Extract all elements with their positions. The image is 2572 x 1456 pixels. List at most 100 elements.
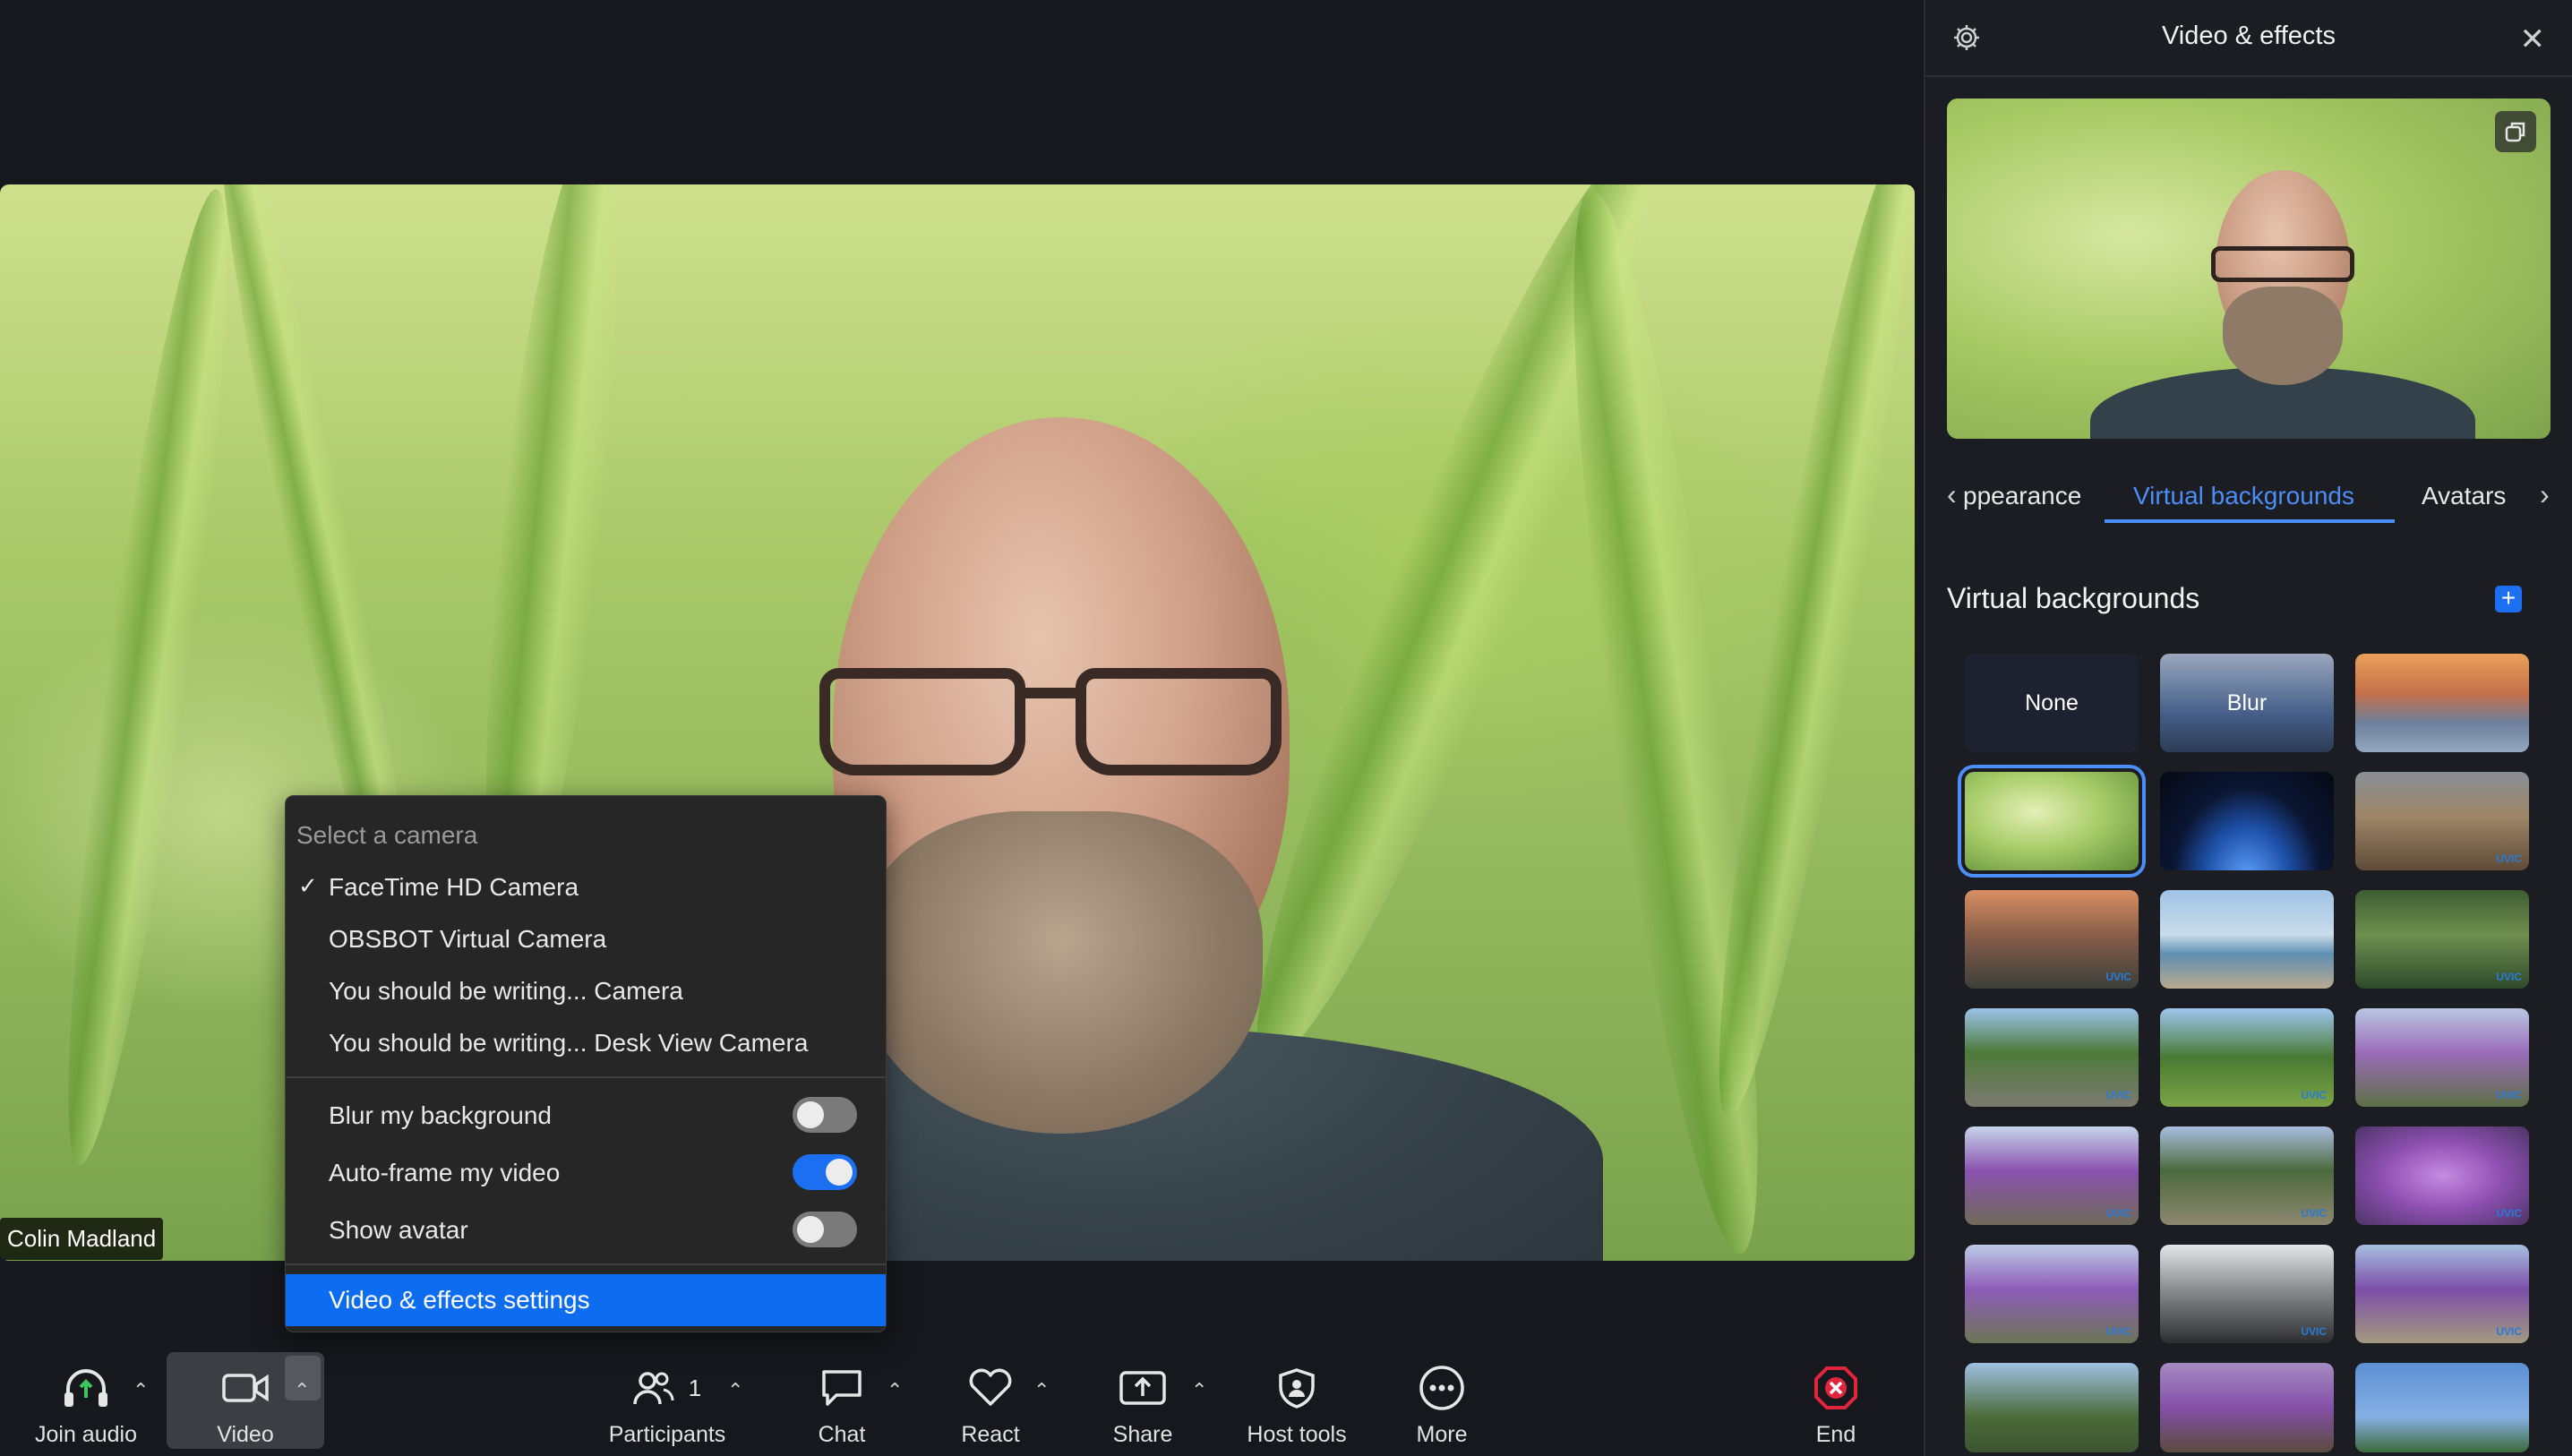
person-beard (860, 811, 1263, 1134)
video-button[interactable]: Video (192, 1343, 299, 1456)
more-label: More (1416, 1422, 1468, 1447)
camera-menu-header: Select a camera (296, 821, 478, 849)
show-avatar-toggle[interactable] (793, 1212, 857, 1247)
audio-options-caret-icon[interactable]: ⌃ (133, 1379, 149, 1402)
camera-option-ysbw[interactable]: You should be writing... Camera (329, 977, 683, 1006)
participants-button[interactable]: 1 Participants (600, 1343, 734, 1456)
tabs-scroll-right-icon[interactable]: › (2540, 478, 2550, 511)
zoom-meeting-window: Colin Madland Select a camera ✓ FaceTime… (0, 0, 2572, 1456)
blur-background-toggle[interactable] (793, 1097, 857, 1133)
background-thumbnail-bare-tree[interactable]: UVIC (2160, 1245, 2334, 1343)
camera-option-obsbot[interactable]: OBSBOT Virtual Camera (329, 925, 606, 954)
close-icon[interactable]: ✕ (2520, 21, 2546, 57)
add-background-icon[interactable]: + (2495, 586, 2522, 612)
chat-options-caret-icon[interactable]: ⌃ (887, 1379, 903, 1402)
background-thumbnail-cherry-blossom-1[interactable]: UVIC (2355, 1008, 2529, 1107)
background-thumbnail-purple-closeup[interactable]: UVIC (2355, 1126, 2529, 1225)
participants-label: Participants (608, 1422, 726, 1447)
chat-bubble-icon (820, 1363, 863, 1413)
chat-button[interactable]: Chat (797, 1343, 887, 1456)
share-upload-icon (1119, 1363, 1166, 1413)
tabs-scroll-left-icon[interactable]: ‹ (1947, 478, 1957, 511)
uvic-watermark: UVIC (2496, 1207, 2522, 1220)
menu-divider (286, 1076, 886, 1078)
background-thumbnail-purple-tree-3[interactable]: UVIC (1965, 1245, 2139, 1343)
background-thumbnail-grass[interactable] (1958, 765, 2146, 878)
background-thumbnail-beach[interactable] (2160, 890, 2334, 989)
background-thumbnail-purple-tree-4[interactable]: UVIC (2355, 1245, 2529, 1343)
video-options-caret-icon[interactable]: ⌃ (294, 1379, 310, 1402)
background-thumbnail-label: None (2025, 689, 2079, 715)
background-thumbnail-rainbow-building[interactable]: UVIC (2355, 772, 2529, 870)
camera-option-facetime[interactable]: FaceTime HD Camera (329, 873, 579, 902)
participants-options-caret-icon[interactable]: ⌃ (727, 1379, 743, 1402)
panel-title: Video & effects (2161, 21, 2336, 50)
participant-name-tag: Colin Madland (0, 1218, 164, 1260)
grass-blade (39, 184, 257, 1170)
video-effects-panel: Video & effects ✕ ‹ ppearance Virtual ba… (1924, 0, 2572, 1456)
background-thumbnail-palm-sky[interactable] (2355, 1363, 2529, 1452)
uvic-watermark: UVIC (2496, 852, 2522, 865)
uvic-watermark: UVIC (2496, 971, 2522, 983)
participants-icon: 1 (633, 1363, 701, 1413)
meeting-toolbar: Join audio ⌃ Video ⌃ 1 Participants ⌃ Ch… (0, 1343, 1925, 1456)
tab-avatars[interactable]: Avatars (2422, 482, 2506, 510)
person-glasses (819, 668, 1285, 775)
uvic-watermark: UVIC (2496, 1089, 2522, 1101)
background-thumbnail-fountain-park[interactable]: UVIC (1965, 1008, 2139, 1107)
background-thumbnail-sunset-water[interactable]: UVIC (1965, 890, 2139, 989)
camera-option-ysbw-desk[interactable]: You should be writing... Desk View Camer… (329, 1029, 808, 1058)
react-options-caret-icon[interactable]: ⌃ (1033, 1379, 1050, 1402)
participants-count: 1 (688, 1374, 702, 1401)
host-tools-label: Host tools (1247, 1422, 1347, 1447)
show-avatar-label: Show avatar (329, 1216, 468, 1244)
video-label: Video (217, 1422, 274, 1447)
headphones-icon (63, 1363, 109, 1413)
menu-divider (286, 1263, 886, 1265)
react-button[interactable]: React (946, 1343, 1035, 1456)
end-button[interactable]: End (1791, 1343, 1881, 1456)
more-button[interactable]: More (1397, 1343, 1487, 1456)
virtual-backgrounds-heading: Virtual backgrounds (1947, 582, 2200, 614)
video-effects-settings-label: Video & effects settings (329, 1286, 590, 1314)
uvic-watermark: UVIC (2301, 1207, 2327, 1220)
background-thumbnail-campus-field[interactable]: UVIC (2160, 1008, 2334, 1107)
preview-beard (2223, 287, 2343, 385)
join-audio-label: Join audio (35, 1422, 137, 1447)
background-thumbnail-none[interactable]: None (1965, 654, 2139, 752)
pop-out-icon[interactable] (2495, 111, 2536, 152)
join-audio-button[interactable]: Join audio (32, 1343, 140, 1456)
background-thumbnail-trees-sky[interactable] (1965, 1363, 2139, 1452)
end-label: End (1815, 1422, 1856, 1447)
share-label: Share (1112, 1422, 1173, 1447)
share-options-caret-icon[interactable]: ⌃ (1191, 1379, 1207, 1402)
uvic-watermark: UVIC (2496, 1325, 2522, 1338)
end-call-icon (1813, 1363, 1858, 1413)
host-tools-button[interactable]: Host tools (1236, 1343, 1358, 1456)
checkmark-icon: ✓ (298, 872, 318, 899)
panel-divider (1925, 75, 2572, 77)
background-thumbnail-blur[interactable]: Blur (2160, 654, 2334, 752)
auto-frame-label: Auto-frame my video (329, 1159, 561, 1186)
background-thumbnail-purple-tree-1[interactable]: UVIC (1965, 1126, 2139, 1225)
background-thumbnail-golden-gate[interactable] (2355, 654, 2529, 752)
background-thumbnail-forest-stream[interactable]: UVIC (2355, 890, 2529, 989)
react-label: React (961, 1422, 1020, 1447)
background-thumbnail-earth-space[interactable] (2160, 772, 2334, 870)
uvic-watermark: UVIC (2105, 971, 2131, 983)
blur-background-label: Blur my background (329, 1101, 553, 1129)
video-effects-settings-item[interactable]: Video & effects settings (286, 1274, 886, 1326)
video-camera-icon (222, 1363, 269, 1413)
uvic-watermark: UVIC (2105, 1325, 2131, 1338)
uvic-watermark: UVIC (2105, 1207, 2131, 1220)
self-video-preview (1947, 98, 2551, 439)
heart-icon (968, 1363, 1013, 1413)
tab-virtual-backgrounds[interactable]: Virtual backgrounds (2133, 482, 2354, 510)
tab-appearance[interactable]: ppearance (1963, 482, 2081, 510)
auto-frame-toggle[interactable] (793, 1154, 857, 1190)
background-thumbnail-purple-tree-2[interactable]: UVIC (2160, 1126, 2334, 1225)
uvic-watermark: UVIC (2301, 1089, 2327, 1101)
background-thumbnail-purple-building[interactable] (2160, 1363, 2334, 1452)
share-button[interactable]: Share (1098, 1343, 1187, 1456)
chat-label: Chat (818, 1422, 866, 1447)
